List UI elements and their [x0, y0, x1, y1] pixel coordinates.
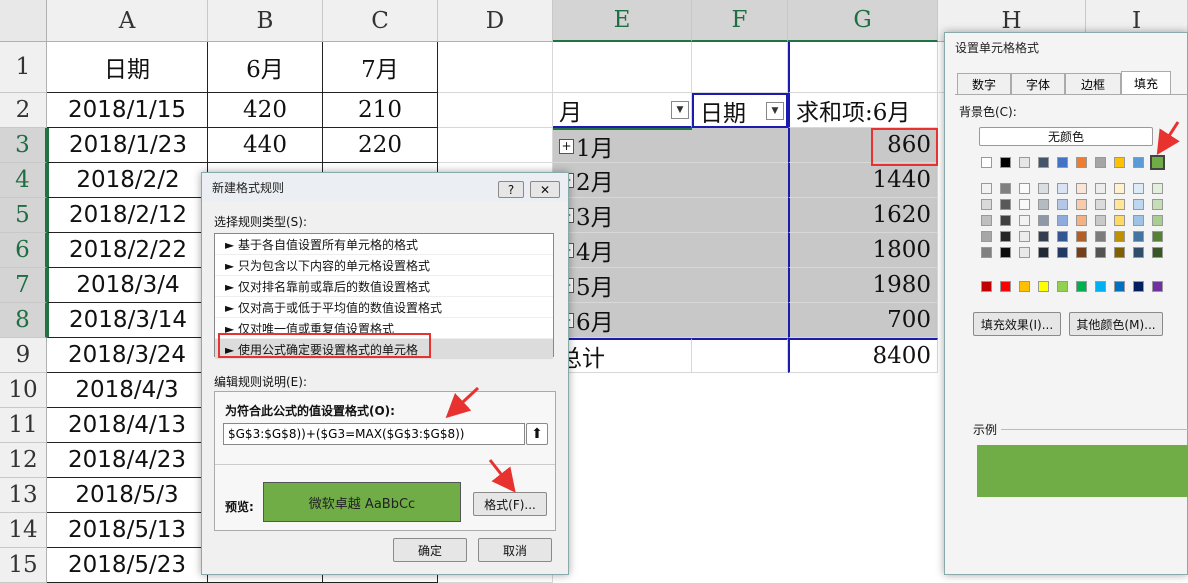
arrow-to-green-swatch — [1156, 121, 1180, 156]
arrow-to-formula — [445, 386, 480, 419]
annotation-arrows — [445, 121, 1180, 493]
arrow-to-format-button — [488, 459, 516, 493]
